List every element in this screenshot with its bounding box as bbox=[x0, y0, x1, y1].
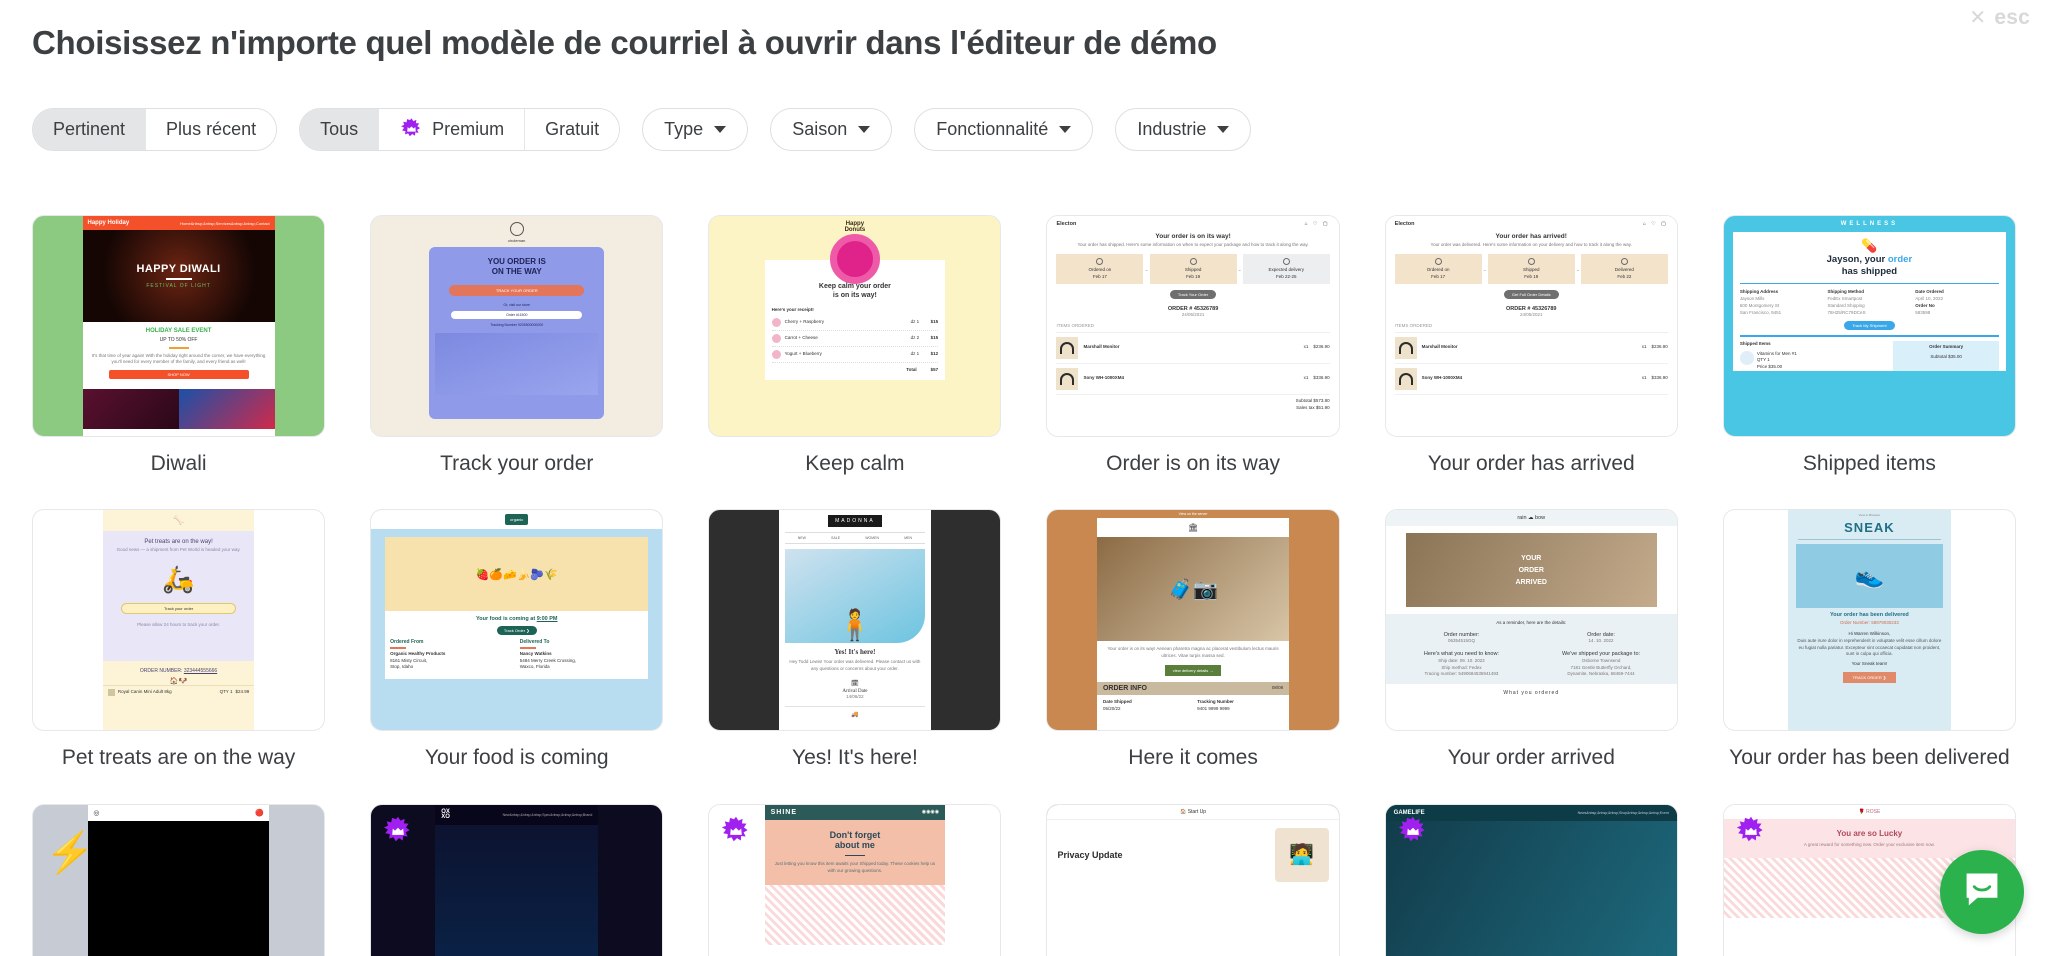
filter-dropdown-label: Fonctionnalité bbox=[936, 119, 1049, 139]
template-card-label: Order is on its way bbox=[1106, 452, 1281, 475]
plan-option-label: Gratuit bbox=[545, 119, 600, 139]
sort-option-plus-recent[interactable]: Plus récent bbox=[146, 109, 277, 150]
template-card[interactable]: SHINE ◉◉◉◉ Don't forget about me Just lettin… bbox=[708, 803, 1002, 956]
close-esc-button[interactable]: ✕ esc bbox=[1969, 6, 2030, 30]
plan-option-tous[interactable]: Tous bbox=[300, 109, 380, 150]
template-card-label: Track your order bbox=[440, 452, 594, 475]
template-thumbnail[interactable]: Happy Holiday Home&nbsp;&nbsp;Services&nb… bbox=[32, 215, 326, 437]
filter-bar: Pertinent Plus récent Tous Premium Gratu… bbox=[32, 108, 1252, 151]
template-card-label: Yes! It's here! bbox=[792, 746, 918, 770]
filter-dropdown-label: Type bbox=[664, 119, 704, 139]
template-thumbnail[interactable]: Happy Donuts Keep calm your order is on its… bbox=[708, 215, 1002, 437]
template-thumbnail[interactable]: circleman YOU ORDER IS ON THE WAY TRACK YOU… bbox=[370, 215, 664, 437]
template-thumbnail[interactable]: 🦴 Pet treats are on the way! Good news — a… bbox=[32, 509, 326, 732]
template-thumbnail[interactable]: ◎ 🔴 ⚡ bbox=[32, 803, 326, 956]
template-card[interactable]: View on the server 🏛 🧳📷 Your order is on it… bbox=[1046, 509, 1340, 771]
template-thumbnail[interactable]: View in Browser SNEAK 👟 Your order has been… bbox=[1722, 509, 2016, 732]
filter-dropdown-label: Saison bbox=[792, 119, 848, 139]
sort-option-pertinent[interactable]: Pertinent bbox=[33, 109, 147, 150]
template-thumbnail[interactable]: 🏠 Start Up Privacy Update 🧑‍💻 bbox=[1046, 803, 1340, 956]
premium-crown-icon bbox=[719, 815, 753, 849]
premium-crown-icon bbox=[1734, 815, 1768, 849]
chevron-down-icon bbox=[858, 126, 871, 133]
template-thumbnail[interactable]: Electon ⌂ ♡ ▢ Your order has arrived! Your … bbox=[1384, 215, 1678, 437]
filter-dropdown-type[interactable]: Type bbox=[642, 108, 749, 151]
close-icon: ✕ bbox=[1969, 7, 1987, 29]
template-card[interactable]: organic 🍓🍊🧀🍌🫐🌾 Your food is coming at 9:00… bbox=[370, 509, 664, 771]
sort-segmented-control: Pertinent Plus récent bbox=[32, 108, 278, 151]
filter-dropdown-industrie[interactable]: Industrie bbox=[1115, 108, 1252, 151]
template-card[interactable]: Electon ⌂ ♡ ▢ Your order is on its way! You… bbox=[1046, 215, 1340, 477]
template-card-label: Keep calm bbox=[805, 452, 905, 475]
crown-icon bbox=[399, 117, 424, 142]
template-thumbnail[interactable]: rain ☁ bow YOUR ORDER ARRIVED As a reminder,… bbox=[1384, 509, 1678, 732]
template-card[interactable]: Happy Donuts Keep calm your order is on its… bbox=[708, 215, 1002, 477]
template-card[interactable]: View in Browser SNEAK 👟 Your order has been… bbox=[1722, 509, 2016, 771]
chat-bubble-icon bbox=[1960, 868, 2004, 917]
template-card-label: Your order has been delivered bbox=[1729, 746, 2010, 770]
page-title: Choisissez n'importe quel modèle de cour… bbox=[32, 24, 1217, 61]
template-card-label: Your order has arrived bbox=[1427, 452, 1635, 475]
lightning-bolt-icon: ⚡ bbox=[45, 830, 95, 875]
template-thumbnail[interactable]: WELLNESS 💊 Jayson, your order has shipped Sh… bbox=[1722, 215, 2016, 437]
template-picker-modal: ✕ esc Choisissez n'importe quel modèle d… bbox=[0, 0, 2048, 956]
template-grid: Happy Holiday Home&nbsp;&nbsp;Services&nb… bbox=[32, 215, 2016, 956]
template-thumbnail[interactable]: View on the server 🏛 🧳📷 Your order is on it… bbox=[1046, 509, 1340, 732]
template-card-label: Your food is coming bbox=[424, 746, 609, 770]
filter-dropdown-saison[interactable]: Saison bbox=[770, 108, 893, 151]
plan-option-label: Premium bbox=[432, 119, 505, 139]
template-card-label: Pet treats are on the way bbox=[61, 746, 296, 770]
template-thumbnail[interactable]: SHINE ◉◉◉◉ Don't forget about me Just lettin… bbox=[708, 803, 1002, 956]
chat-launcher-button[interactable] bbox=[1940, 850, 2024, 934]
template-thumbnail[interactable]: organic 🍓🍊🧀🍌🫐🌾 Your food is coming at 9:00… bbox=[370, 509, 664, 732]
template-card[interactable]: WELLNESS 💊 Jayson, your order has shipped Sh… bbox=[1722, 215, 2016, 477]
template-card[interactable]: circleman YOU ORDER IS ON THE WAY TRACK YOU… bbox=[370, 215, 664, 477]
filter-dropdown-fonctionnalite[interactable]: Fonctionnalité bbox=[914, 108, 1094, 151]
template-card-label: Diwali bbox=[150, 452, 207, 475]
esc-label: esc bbox=[1994, 6, 2030, 29]
plan-option-gratuit[interactable]: Gratuit bbox=[525, 109, 620, 150]
template-card[interactable]: GAMELIFE News&nbsp;&nbsp;&nbsp;Shop&nbsp;… bbox=[1384, 803, 1678, 956]
template-thumbnail[interactable]: OX XO New&nbsp;&nbsp;&nbsp;Spec&nbsp;&nbsp… bbox=[370, 803, 664, 956]
chevron-down-icon bbox=[1059, 126, 1072, 133]
template-card[interactable]: 🏠 Start Up Privacy Update 🧑‍💻 bbox=[1046, 803, 1340, 956]
template-thumbnail[interactable]: GAMELIFE News&nbsp;&nbsp;&nbsp;Shop&nbsp;… bbox=[1384, 803, 1678, 956]
sort-option-label: Plus récent bbox=[166, 119, 257, 139]
template-card[interactable]: Happy Holiday Home&nbsp;&nbsp;Services&nb… bbox=[32, 215, 326, 477]
premium-crown-icon bbox=[1396, 815, 1430, 849]
template-card[interactable]: ◎ 🔴 ⚡ bbox=[32, 803, 326, 956]
template-thumbnail[interactable]: MADONNA NEW SALE WOMEN MEN 🧍 Yes! It's here! He… bbox=[708, 509, 1002, 732]
filter-dropdown-label: Industrie bbox=[1137, 119, 1207, 139]
plan-option-label: Tous bbox=[320, 119, 359, 139]
template-card[interactable]: MADONNA NEW SALE WOMEN MEN 🧍 Yes! It's here! He… bbox=[708, 509, 1002, 771]
plan-option-premium[interactable]: Premium bbox=[379, 109, 526, 150]
template-card-label: Here it comes bbox=[1128, 746, 1258, 770]
chevron-down-icon bbox=[714, 126, 727, 133]
template-card[interactable]: 🦴 Pet treats are on the way! Good news — a… bbox=[32, 509, 326, 771]
chevron-down-icon bbox=[1217, 126, 1230, 133]
template-thumbnail[interactable]: Electon ⌂ ♡ ▢ Your order is on its way! You… bbox=[1046, 215, 1340, 437]
plan-segmented-control: Tous Premium Gratuit bbox=[299, 108, 621, 151]
premium-crown-icon bbox=[381, 815, 415, 849]
sort-option-label: Pertinent bbox=[53, 119, 126, 139]
template-card-label: Your order arrived bbox=[1447, 746, 1615, 770]
template-card-label: Shipped items bbox=[1802, 452, 1936, 475]
template-card[interactable]: Electon ⌂ ♡ ▢ Your order has arrived! Your … bbox=[1384, 215, 1678, 477]
template-card[interactable]: rain ☁ bow YOUR ORDER ARRIVED As a reminder,… bbox=[1384, 509, 1678, 771]
template-card[interactable]: OX XO New&nbsp;&nbsp;&nbsp;Spec&nbsp;&nbsp… bbox=[370, 803, 664, 956]
